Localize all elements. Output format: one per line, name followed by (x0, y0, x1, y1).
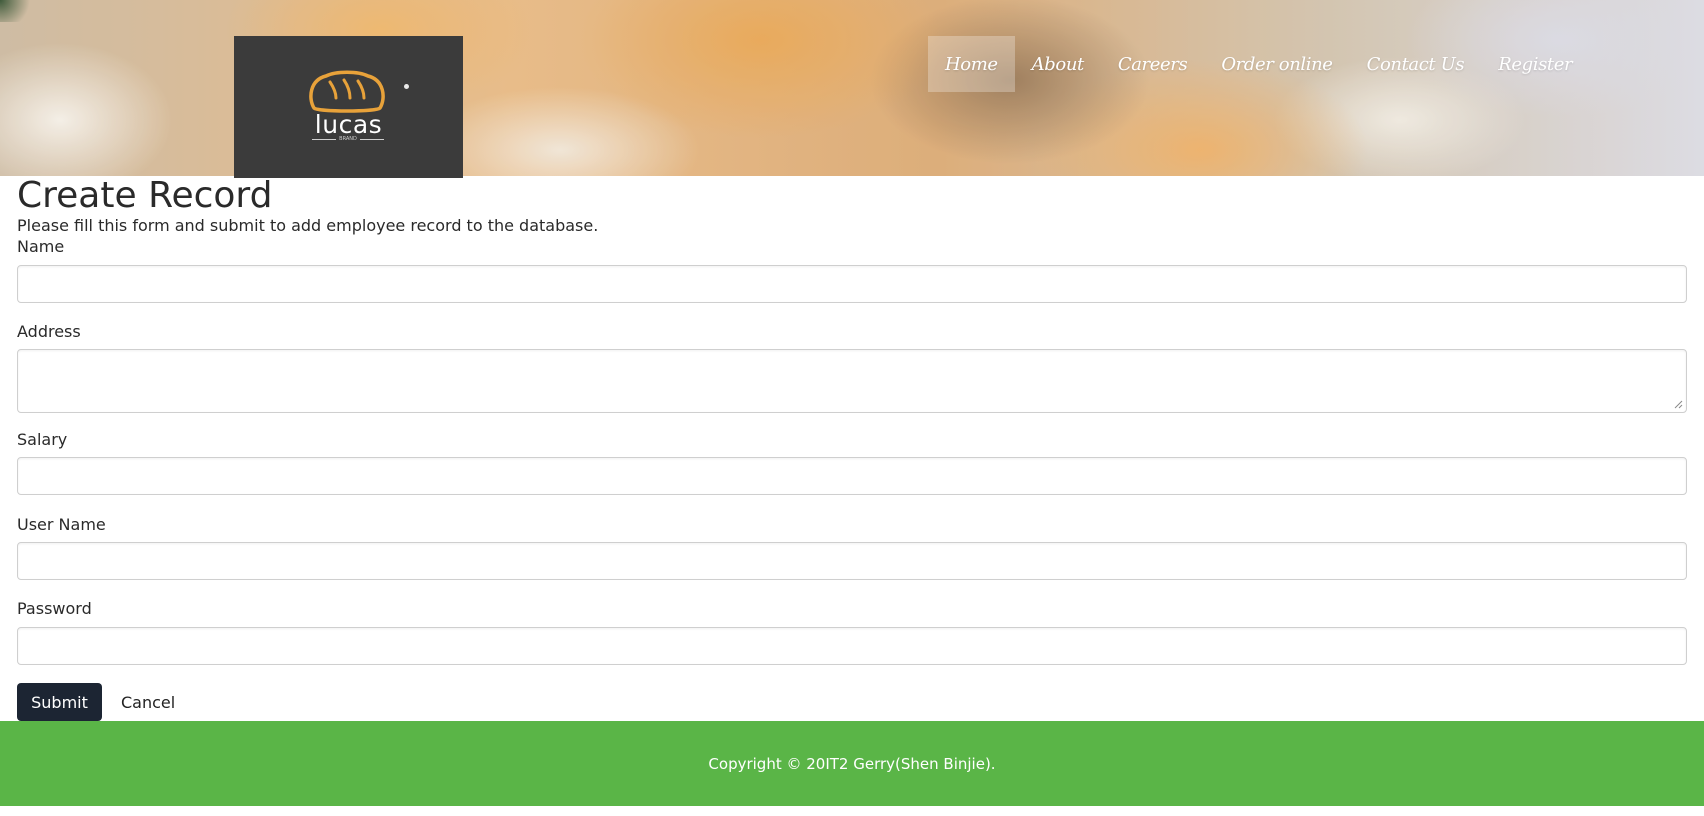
nav-register[interactable]: Register (1481, 36, 1589, 92)
username-label: User Name (17, 515, 106, 534)
hero-background-detail (0, 0, 30, 22)
salary-input[interactable] (17, 457, 1687, 495)
cancel-link[interactable]: Cancel (121, 683, 175, 721)
logo-dot (404, 84, 409, 89)
main-nav: Home About Careers Order online Contact … (928, 36, 1589, 92)
logo-brand-name: lucas (314, 110, 383, 139)
logo-tagline-rule (359, 138, 384, 140)
site-footer: Copyright © 20IT2 Gerry(Shen Binjie). (0, 721, 1704, 806)
name-label: Name (17, 237, 65, 256)
resize-handle-icon[interactable] (1674, 400, 1683, 409)
site-logo[interactable]: lucas BRAND (234, 36, 463, 178)
logo-tagline-rule (312, 138, 337, 140)
nav-contact-us[interactable]: Contact Us (1350, 36, 1482, 92)
nav-careers[interactable]: Careers (1101, 36, 1204, 92)
copyright-text: Copyright © 20IT2 Gerry(Shen Binjie). (708, 754, 996, 773)
address-label: Address (17, 322, 81, 341)
logo-tagline: BRAND (312, 136, 384, 142)
salary-label: Salary (17, 430, 68, 449)
submit-button[interactable]: Submit (17, 683, 102, 721)
logo-tagline-text: BRAND (339, 136, 357, 142)
nav-about[interactable]: About (1015, 36, 1101, 92)
page-title: Create Record (17, 175, 273, 216)
nav-home[interactable]: Home (928, 36, 1015, 92)
password-input[interactable] (17, 627, 1687, 665)
password-label: Password (17, 599, 92, 618)
address-textarea[interactable] (17, 349, 1687, 413)
page-description: Please fill this form and submit to add … (17, 216, 599, 235)
nav-order-online[interactable]: Order online (1204, 36, 1349, 92)
name-input[interactable] (17, 265, 1687, 303)
username-input[interactable] (17, 542, 1687, 580)
